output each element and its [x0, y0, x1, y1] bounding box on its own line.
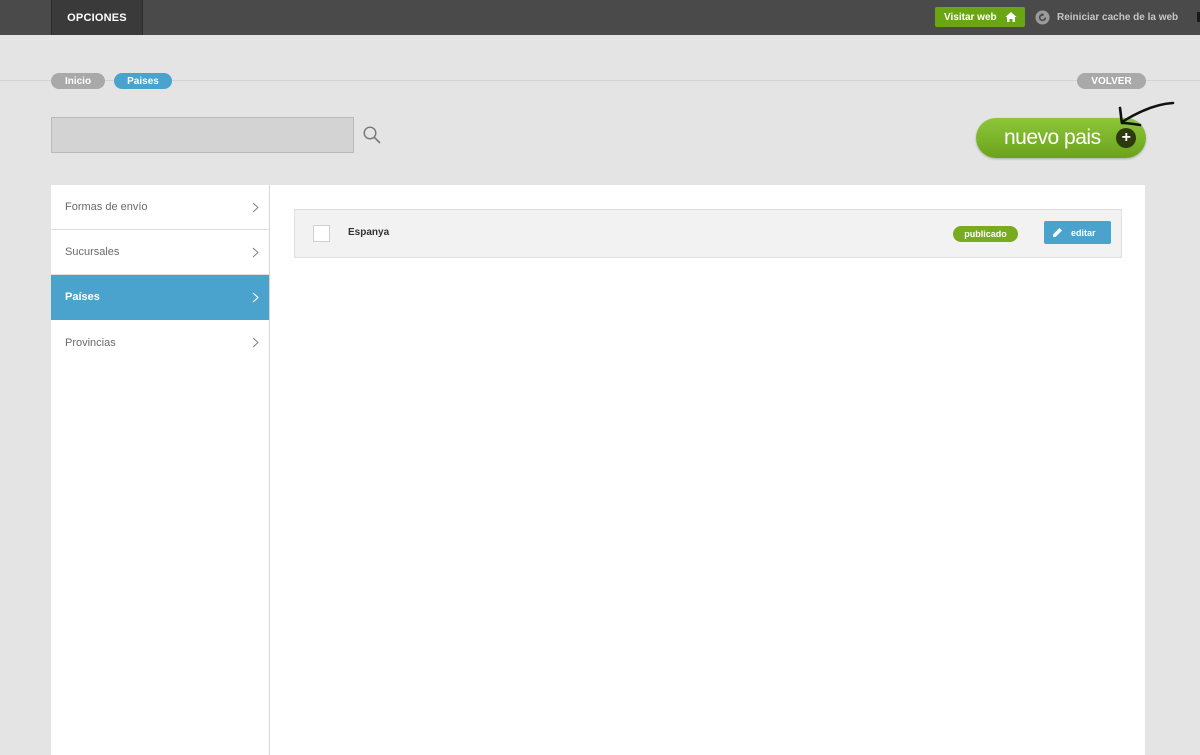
- top-bar: OPCIONES Visitar web Reiniciar cache de …: [0, 0, 1200, 35]
- search-icon[interactable]: [362, 125, 382, 145]
- reset-cache-link[interactable]: Reiniciar cache de la web: [1035, 9, 1178, 25]
- status-badge: publicado: [953, 226, 1018, 242]
- search-input[interactable]: [51, 117, 354, 153]
- plus-icon: +: [1116, 128, 1136, 148]
- reset-cache-label: Reiniciar cache de la web: [1057, 11, 1179, 23]
- sidebar-item-sucursales[interactable]: Sucursales: [51, 230, 269, 275]
- back-button[interactable]: VOLVER: [1077, 73, 1146, 89]
- content-panel: Formas de envío Sucursales Países Provin…: [51, 185, 1145, 755]
- chevron-right-icon: [252, 247, 259, 258]
- sidebar-item-label: Formas de envío: [65, 201, 148, 213]
- annotation-arrow-icon: [1118, 101, 1175, 127]
- visit-web-label: Visitar web: [944, 11, 997, 23]
- sidebar-item-formas-de-envio[interactable]: Formas de envío: [51, 185, 269, 230]
- options-menu[interactable]: OPCIONES: [51, 0, 143, 35]
- row-name: Espanya: [348, 227, 390, 238]
- refresh-icon: [1035, 9, 1050, 25]
- sidebar-item-label: Provincias: [65, 336, 116, 349]
- row-checkbox[interactable]: [313, 225, 330, 242]
- table-row: Espanya publicado editar: [294, 209, 1122, 258]
- home-icon: [1005, 12, 1017, 22]
- sidebar-item-label: Sucursales: [65, 246, 120, 258]
- chevron-right-icon: [252, 337, 259, 348]
- sidebar-item-paises[interactable]: Países: [51, 275, 269, 320]
- pencil-icon: [1053, 228, 1062, 237]
- sidebar: Formas de envío Sucursales Países Provin…: [51, 185, 270, 755]
- sidebar-item-provincias[interactable]: Provincias: [51, 320, 269, 365]
- breadcrumb-item-inicio[interactable]: Inicio: [51, 73, 105, 89]
- breadcrumb-item-paises[interactable]: Paises: [114, 73, 172, 89]
- breadcrumb-divider: [0, 80, 1200, 81]
- sidebar-item-label: Países: [65, 291, 100, 303]
- chevron-right-icon: [252, 292, 259, 303]
- edit-label: editar: [1071, 227, 1096, 238]
- edit-button[interactable]: editar: [1044, 221, 1111, 244]
- chevron-right-icon: [252, 202, 259, 213]
- new-country-label: nuevo pais: [1004, 126, 1101, 149]
- visit-web-button[interactable]: Visitar web: [935, 7, 1025, 27]
